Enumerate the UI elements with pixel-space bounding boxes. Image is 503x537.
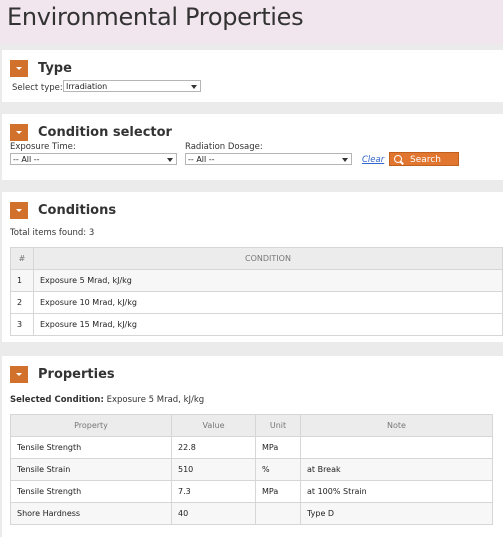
row-number: 3 <box>10 313 34 336</box>
property-cell: Tensile Strength <box>10 436 172 459</box>
conditions-table: # CONDITION 1 Exposure 5 Mrad, kJ/kg 2 E… <box>10 247 503 336</box>
property-cell: Shore Hardness <box>10 502 172 525</box>
collapse-toggle-button[interactable] <box>10 366 28 383</box>
clear-link[interactable]: Clear <box>362 155 384 165</box>
table-header-row: Property Value Unit Note <box>10 414 493 437</box>
type-panel: Type Select type: Irradiation <box>2 50 503 102</box>
page-header: Environmental Properties <box>0 0 503 44</box>
condition-selector-header: Condition selector <box>10 124 172 141</box>
selected-condition-value: Exposure 5 Mrad, kJ/kg <box>106 395 205 405</box>
conditions-panel: Conditions Total items found: 3 # CONDIT… <box>2 192 503 342</box>
property-cell: Tensile Strength <box>10 480 172 503</box>
condition-cell: Exposure 15 Mrad, kJ/kg <box>33 313 503 336</box>
table-header-row: # CONDITION <box>10 247 503 270</box>
select-type-label: Select type: <box>12 83 63 93</box>
value-cell: 40 <box>171 502 256 525</box>
panel-title: Type <box>38 61 72 76</box>
row-number: 2 <box>10 291 34 314</box>
total-items-label: Total items found: 3 <box>10 228 95 238</box>
selected-condition-key: Selected Condition: <box>10 395 104 405</box>
search-icon <box>394 155 402 163</box>
properties-panel: Properties Selected Condition: Exposure … <box>2 356 503 537</box>
column-header: CONDITION <box>33 247 503 270</box>
note-cell <box>300 436 493 459</box>
unit-cell: % <box>255 458 301 481</box>
column-header: Unit <box>255 414 301 437</box>
panel-title: Conditions <box>38 203 117 218</box>
collapse-toggle-button[interactable] <box>10 124 28 141</box>
value-cell: 7.3 <box>171 480 256 503</box>
dropdown-arrow-icon <box>191 85 197 89</box>
table-row[interactable]: 3 Exposure 15 Mrad, kJ/kg <box>10 313 503 336</box>
row-number: 1 <box>10 269 34 292</box>
radiation-dosage-label: Radiation Dosage: <box>185 142 263 152</box>
dropdown-arrow-icon <box>167 158 173 162</box>
collapse-toggle-button[interactable] <box>10 60 28 77</box>
column-header: Property <box>10 414 172 437</box>
type-select[interactable]: Irradiation <box>63 80 201 92</box>
unit-cell <box>255 502 301 525</box>
dropdown-arrow-icon <box>342 158 348 162</box>
table-row: Tensile Strain 510 % at Break <box>10 458 493 481</box>
table-row[interactable]: 1 Exposure 5 Mrad, kJ/kg <box>10 269 503 292</box>
radiation-dosage-value: -- All -- <box>188 155 215 164</box>
table-row[interactable]: 2 Exposure 10 Mrad, kJ/kg <box>10 291 503 314</box>
note-cell: at 100% Strain <box>300 480 493 503</box>
panel-title: Condition selector <box>38 125 172 140</box>
property-cell: Tensile Strain <box>10 458 172 481</box>
unit-cell: MPa <box>255 436 301 459</box>
conditions-header: Conditions <box>10 202 116 219</box>
condition-selector-panel: Condition selector Exposure Time: -- All… <box>2 114 503 180</box>
table-row: Tensile Strength 7.3 MPa at 100% Strain <box>10 480 493 503</box>
chevron-down-icon <box>16 67 22 70</box>
selected-condition-label: Selected Condition: Exposure 5 Mrad, kJ/… <box>10 395 204 405</box>
unit-cell: MPa <box>255 480 301 503</box>
table-row: Tensile Strength 22.8 MPa <box>10 436 493 459</box>
column-header: # <box>10 247 34 270</box>
properties-table: Property Value Unit Note Tensile Strengt… <box>10 414 493 525</box>
exposure-time-label: Exposure Time: <box>10 142 76 152</box>
column-header: Note <box>300 414 493 437</box>
type-panel-header: Type <box>10 60 72 77</box>
properties-header: Properties <box>10 366 115 383</box>
table-row: Shore Hardness 40 Type D <box>10 502 493 525</box>
chevron-down-icon <box>16 209 22 212</box>
radiation-dosage-select[interactable]: -- All -- <box>185 153 352 165</box>
panel-title: Properties <box>38 367 115 382</box>
search-button-label: Search <box>410 155 441 165</box>
note-cell: Type D <box>300 502 493 525</box>
note-cell: at Break <box>300 458 493 481</box>
type-select-value: Irradiation <box>66 82 108 91</box>
exposure-time-value: -- All -- <box>13 155 40 164</box>
chevron-down-icon <box>16 373 22 376</box>
value-cell: 22.8 <box>171 436 256 459</box>
value-cell: 510 <box>171 458 256 481</box>
condition-cell: Exposure 5 Mrad, kJ/kg <box>33 269 503 292</box>
search-button[interactable]: Search <box>389 152 459 166</box>
chevron-down-icon <box>16 131 22 134</box>
condition-cell: Exposure 10 Mrad, kJ/kg <box>33 291 503 314</box>
page-title: Environmental Properties <box>7 3 304 31</box>
column-header: Value <box>171 414 256 437</box>
collapse-toggle-button[interactable] <box>10 202 28 219</box>
exposure-time-select[interactable]: -- All -- <box>10 153 177 165</box>
